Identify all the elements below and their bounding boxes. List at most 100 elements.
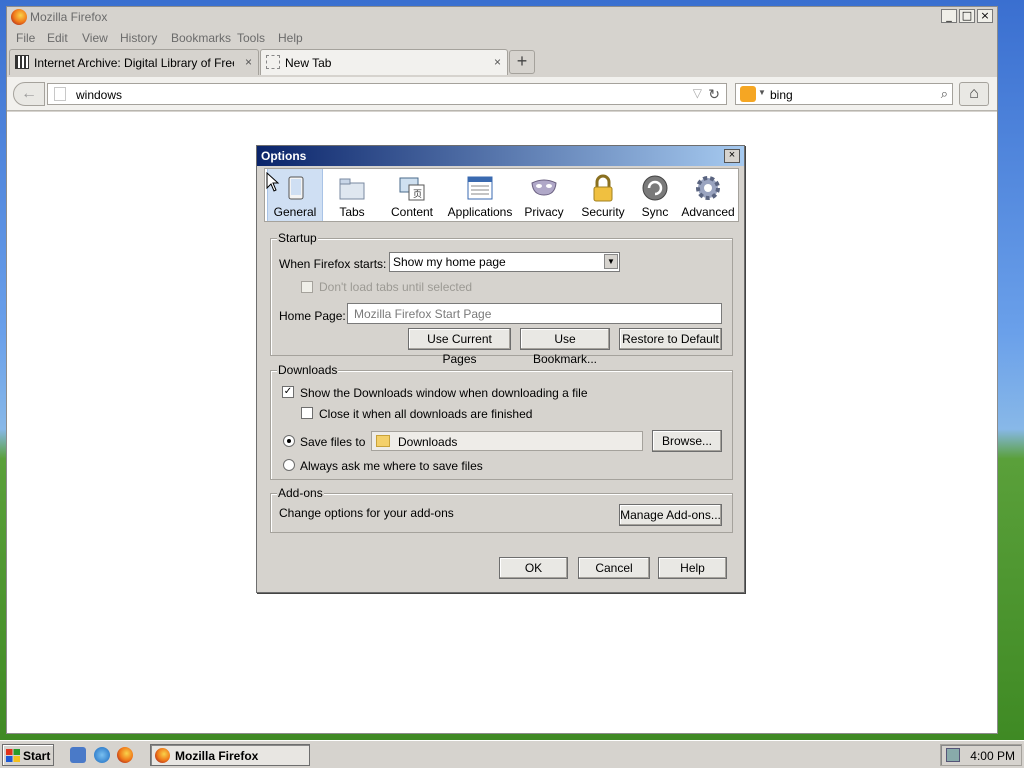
close-when-done-checkbox[interactable]: [301, 407, 313, 419]
pane-label: Sync: [641, 205, 669, 219]
search-icon[interactable]: ⌕: [941, 86, 948, 102]
archive-icon: [15, 55, 29, 69]
startup-group: Startup When Firefox starts: Show my hom…: [270, 231, 733, 366]
tabs-icon: [339, 178, 365, 200]
clock[interactable]: 4:00 PM: [970, 749, 1015, 763]
dont-load-tabs-checkbox[interactable]: [301, 281, 313, 293]
internet-explorer-icon[interactable]: [94, 747, 110, 763]
pane-label: Security: [581, 205, 625, 219]
tab-internet-archive[interactable]: Internet Archive: Digital Library of Fre…: [9, 49, 259, 75]
home-button[interactable]: ⌂: [959, 82, 989, 106]
menu-file[interactable]: File: [16, 31, 35, 45]
url-bar[interactable]: windows ▽ ↻: [47, 83, 727, 105]
network-icon[interactable]: [946, 748, 960, 762]
pane-advanced[interactable]: Advanced: [679, 169, 737, 221]
dialog-close-button[interactable]: ×: [724, 149, 740, 163]
content-icon: 页: [399, 177, 425, 201]
addons-legend: Add-ons: [277, 486, 324, 500]
tab-title: Internet Archive: Digital Library of Fre…: [34, 56, 234, 70]
browse-button[interactable]: Browse...: [652, 430, 722, 452]
dropdown-arrow-icon[interactable]: ▽: [693, 86, 702, 100]
back-button[interactable]: ←: [13, 82, 45, 106]
close-window-button[interactable]: ×: [977, 9, 993, 23]
menu-view[interactable]: View: [82, 31, 108, 45]
show-downloads-label: Show the Downloads window when downloadi…: [300, 386, 588, 400]
system-tray: 4:00 PM: [940, 744, 1022, 766]
downloads-legend: Downloads: [277, 363, 339, 377]
bing-icon[interactable]: [740, 86, 756, 102]
addons-description: Change options for your add-ons: [279, 506, 454, 520]
dialog-title-bar: Options ×: [257, 146, 744, 166]
cancel-button[interactable]: Cancel: [578, 557, 650, 579]
downloads-group: Downloads ✓ Show the Downloads window wh…: [270, 363, 733, 480]
show-downloads-checkbox[interactable]: ✓: [282, 386, 294, 398]
minimize-button[interactable]: _: [941, 9, 957, 23]
menu-tools[interactable]: Tools: [237, 31, 265, 45]
window-title: Mozilla Firefox: [30, 10, 108, 24]
gear-icon: [696, 176, 720, 200]
use-current-pages-button[interactable]: Use Current Pages: [408, 328, 511, 366]
mouse-cursor-icon: [266, 172, 280, 192]
options-dialog: Options × General Tabs 页 Content Applica…: [256, 145, 745, 593]
save-folder-value: Downloads: [398, 435, 458, 449]
pane-label: Content: [390, 205, 434, 219]
pane-tabs[interactable]: Tabs: [327, 169, 377, 221]
lock-icon: [593, 174, 613, 202]
when-starts-select[interactable]: Show my home page ▼: [389, 252, 620, 272]
restore-default-button[interactable]: Restore to Default: [619, 328, 722, 350]
navigation-bar: ← windows ▽ ↻ ▼ bing ⌕ ⌂: [7, 77, 997, 111]
manage-addons-button[interactable]: Manage Add-ons...: [619, 504, 722, 526]
search-input[interactable]: bing: [770, 88, 793, 102]
when-starts-label: When Firefox starts:: [279, 257, 387, 271]
firefox-logo-icon: [11, 9, 27, 25]
save-files-radio[interactable]: [283, 435, 295, 447]
menu-help[interactable]: Help: [278, 31, 303, 45]
taskbar-firefox-button[interactable]: Mozilla Firefox: [150, 744, 310, 766]
pane-sync[interactable]: Sync: [635, 169, 675, 221]
folder-icon: [376, 435, 390, 447]
search-bar[interactable]: ▼ bing ⌕: [735, 83, 953, 105]
home-page-input[interactable]: Mozilla Firefox Start Page: [347, 303, 722, 324]
pane-security[interactable]: Security: [575, 169, 631, 221]
pane-applications[interactable]: Applications: [447, 169, 513, 221]
pane-label: Advanced: [681, 205, 735, 219]
select-value: Show my home page: [393, 255, 506, 269]
show-desktop-icon[interactable]: [70, 747, 86, 763]
applications-icon: [467, 176, 493, 200]
firefox-logo-icon: [155, 748, 170, 763]
tab-new-tab[interactable]: New Tab ×: [260, 49, 508, 75]
menu-edit[interactable]: Edit: [47, 31, 68, 45]
pane-content[interactable]: 页 Content: [381, 169, 443, 221]
help-button[interactable]: Help: [658, 557, 727, 579]
start-button[interactable]: Start: [2, 744, 54, 766]
pane-privacy[interactable]: Privacy: [517, 169, 571, 221]
title-bar: Mozilla Firefox _ □ ×: [7, 7, 997, 27]
pane-label: General: [273, 205, 317, 219]
chevron-down-icon[interactable]: ▼: [758, 88, 766, 97]
tab-close-icon[interactable]: ×: [245, 55, 252, 69]
page-icon: [54, 87, 66, 101]
new-tab-button[interactable]: +: [509, 50, 535, 74]
pane-label: Applications: [447, 205, 513, 219]
menu-bookmarks[interactable]: Bookmarks: [171, 31, 231, 45]
startup-legend: Startup: [277, 231, 318, 245]
maximize-button[interactable]: □: [959, 9, 975, 23]
ok-button[interactable]: OK: [499, 557, 568, 579]
close-when-done-label: Close it when all downloads are finished: [319, 407, 533, 421]
always-ask-radio[interactable]: [283, 459, 295, 471]
sync-icon: [642, 175, 668, 201]
windows-logo-icon: [6, 749, 20, 762]
dont-load-tabs-label: Don't load tabs until selected: [319, 280, 473, 294]
dialog-title: Options: [261, 149, 307, 163]
reload-icon[interactable]: ↻: [708, 86, 720, 103]
home-page-placeholder: Mozilla Firefox Start Page: [354, 307, 492, 321]
taskbar-task-label: Mozilla Firefox: [175, 749, 259, 763]
menu-history[interactable]: History: [120, 31, 157, 45]
chevron-down-icon[interactable]: ▼: [604, 254, 618, 269]
tab-close-icon[interactable]: ×: [494, 55, 501, 69]
save-folder-field: Downloads: [371, 431, 643, 451]
use-bookmark-button[interactable]: Use Bookmark...: [520, 328, 610, 366]
always-ask-label: Always ask me where to save files: [300, 459, 483, 473]
firefox-quicklaunch-icon[interactable]: [117, 747, 133, 763]
preference-panes: General Tabs 页 Content Applications Priv…: [264, 168, 739, 222]
